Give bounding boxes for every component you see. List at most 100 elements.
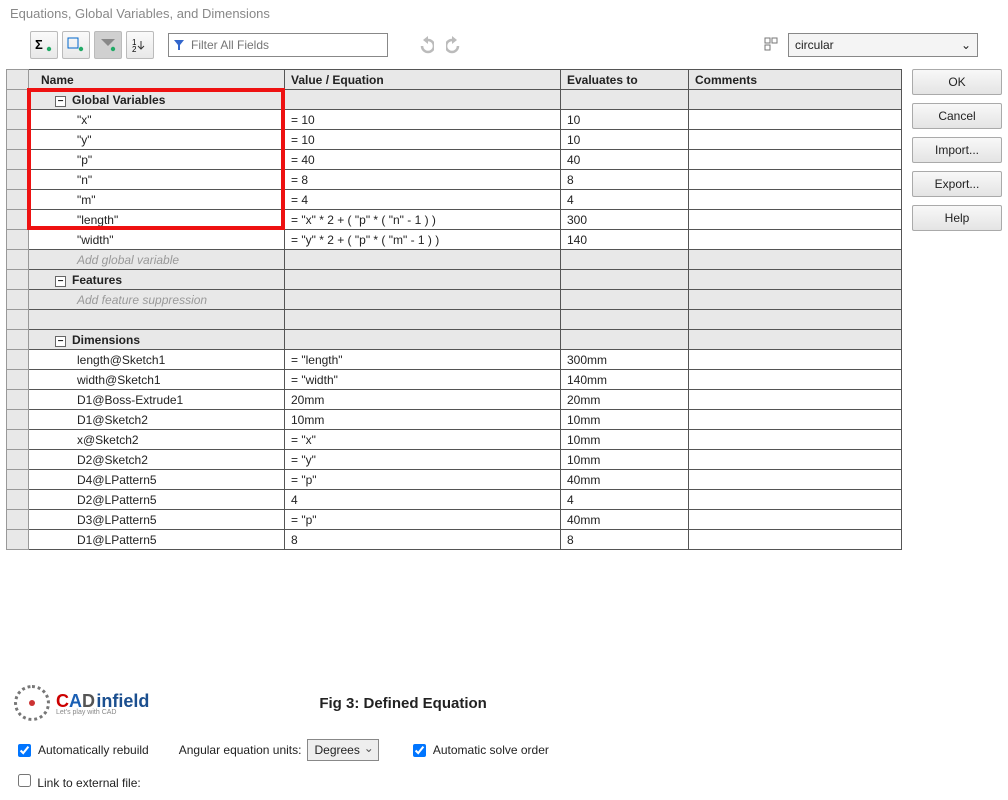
cell[interactable]: = "x" * 2 + ( "p" * ( "n" - 1 ) ) xyxy=(285,210,561,230)
cell[interactable]: D1@LPattern5 xyxy=(29,530,285,550)
cell[interactable] xyxy=(689,310,902,330)
col-value[interactable]: Value / Equation xyxy=(285,70,561,90)
cell[interactable] xyxy=(561,310,689,330)
auto-solve-checkbox[interactable]: Automatic solve order xyxy=(409,741,549,760)
table-row[interactable]: "n"= 88 xyxy=(7,170,902,190)
table-row[interactable]: D1@Boss-Extrude120mm20mm xyxy=(7,390,902,410)
cell[interactable] xyxy=(689,450,902,470)
cell[interactable]: = 40 xyxy=(285,150,561,170)
cell[interactable] xyxy=(689,330,902,350)
table-row[interactable]: D4@LPattern5= "p"40mm xyxy=(7,470,902,490)
cancel-button[interactable]: Cancel xyxy=(912,103,1002,129)
cell[interactable]: D2@Sketch2 xyxy=(29,450,285,470)
filter-field[interactable] xyxy=(168,33,388,57)
table-row[interactable]: "y"= 1010 xyxy=(7,130,902,150)
cell[interactable]: 4 xyxy=(561,190,689,210)
table-row[interactable]: Add feature suppression xyxy=(7,290,902,310)
cell[interactable] xyxy=(285,310,561,330)
cell[interactable]: 20mm xyxy=(561,390,689,410)
angular-units-select[interactable]: Degrees xyxy=(307,739,378,761)
cell[interactable] xyxy=(689,170,902,190)
col-name[interactable]: Name xyxy=(29,70,285,90)
cell[interactable]: x@Sketch2 xyxy=(29,430,285,450)
cell[interactable] xyxy=(285,250,561,270)
cell[interactable] xyxy=(689,490,902,510)
export-button[interactable]: Export... xyxy=(912,171,1002,197)
cell[interactable] xyxy=(561,90,689,110)
undo-icon[interactable] xyxy=(412,33,436,57)
cell[interactable] xyxy=(561,330,689,350)
cell[interactable] xyxy=(689,130,902,150)
col-eval[interactable]: Evaluates to xyxy=(561,70,689,90)
cell[interactable]: 20mm xyxy=(285,390,561,410)
cell[interactable] xyxy=(689,370,902,390)
cell[interactable]: 8 xyxy=(561,170,689,190)
cell[interactable]: "m" xyxy=(29,190,285,210)
config-combo[interactable]: circular ⌄ xyxy=(788,33,978,57)
cell[interactable]: = "width" xyxy=(285,370,561,390)
link-external-checkbox[interactable]: Link to external file: xyxy=(14,776,141,790)
section-header[interactable]: −Dimensions xyxy=(29,330,285,350)
cell[interactable] xyxy=(689,150,902,170)
cell[interactable]: 10mm xyxy=(561,450,689,470)
cell[interactable]: = 10 xyxy=(285,130,561,150)
cell[interactable]: 8 xyxy=(561,530,689,550)
table-row[interactable]: D1@LPattern588 xyxy=(7,530,902,550)
cell[interactable]: = 8 xyxy=(285,170,561,190)
cell[interactable]: 4 xyxy=(561,490,689,510)
table-row[interactable]: D1@Sketch210mm10mm xyxy=(7,410,902,430)
cell[interactable]: D3@LPattern5 xyxy=(29,510,285,530)
config-icon[interactable] xyxy=(760,33,784,57)
cell[interactable]: D2@LPattern5 xyxy=(29,490,285,510)
cell[interactable]: 10mm xyxy=(561,430,689,450)
cell[interactable]: 40 xyxy=(561,150,689,170)
cell[interactable] xyxy=(285,290,561,310)
table-row[interactable]: D2@Sketch2= "y"10mm xyxy=(7,450,902,470)
redo-icon[interactable] xyxy=(444,33,468,57)
cell[interactable]: 10 xyxy=(561,130,689,150)
table-row[interactable]: "x"= 1010 xyxy=(7,110,902,130)
cell[interactable] xyxy=(285,90,561,110)
col-comments[interactable]: Comments xyxy=(689,70,902,90)
cell[interactable]: "x" xyxy=(29,110,285,130)
add-global-placeholder[interactable]: Add global variable xyxy=(29,250,285,270)
cell[interactable]: "p" xyxy=(29,150,285,170)
cell[interactable] xyxy=(689,250,902,270)
filter-input[interactable] xyxy=(189,37,383,53)
cell[interactable]: width@Sketch1 xyxy=(29,370,285,390)
import-button[interactable]: Import... xyxy=(912,137,1002,163)
cell[interactable]: 40mm xyxy=(561,510,689,530)
cell[interactable]: length@Sketch1 xyxy=(29,350,285,370)
table-row[interactable]: "m"= 44 xyxy=(7,190,902,210)
cell[interactable] xyxy=(689,90,902,110)
table-row[interactable] xyxy=(7,310,902,330)
cell[interactable]: 8 xyxy=(285,530,561,550)
table-row[interactable]: −Features xyxy=(7,270,902,290)
auto-rebuild-checkbox[interactable]: Automatically rebuild xyxy=(14,741,149,760)
cell[interactable] xyxy=(689,390,902,410)
collapse-icon[interactable]: − xyxy=(55,96,66,107)
cell[interactable] xyxy=(689,510,902,530)
table-row[interactable]: "length"= "x" * 2 + ( "p" * ( "n" - 1 ) … xyxy=(7,210,902,230)
table-row[interactable]: x@Sketch2= "x"10mm xyxy=(7,430,902,450)
cell[interactable]: D1@Boss-Extrude1 xyxy=(29,390,285,410)
cell[interactable]: 10 xyxy=(561,110,689,130)
cell[interactable]: "n" xyxy=(29,170,285,190)
cell[interactable]: 300 xyxy=(561,210,689,230)
cell[interactable]: = "p" xyxy=(285,470,561,490)
cell[interactable]: 10mm xyxy=(561,410,689,430)
add-feature-placeholder[interactable]: Add feature suppression xyxy=(29,290,285,310)
ordered-view-icon[interactable]: 12 xyxy=(126,31,154,59)
cell[interactable] xyxy=(561,270,689,290)
table-row[interactable]: Add global variable xyxy=(7,250,902,270)
cell[interactable]: 300mm xyxy=(561,350,689,370)
table-row[interactable]: −Dimensions xyxy=(7,330,902,350)
cell[interactable] xyxy=(689,190,902,210)
cell[interactable]: 140mm xyxy=(561,370,689,390)
cell[interactable]: = "p" xyxy=(285,510,561,530)
cell[interactable]: = 4 xyxy=(285,190,561,210)
cell[interactable]: 40mm xyxy=(561,470,689,490)
cell[interactable]: "width" xyxy=(29,230,285,250)
cell[interactable] xyxy=(689,270,902,290)
table-row[interactable]: length@Sketch1= "length"300mm xyxy=(7,350,902,370)
